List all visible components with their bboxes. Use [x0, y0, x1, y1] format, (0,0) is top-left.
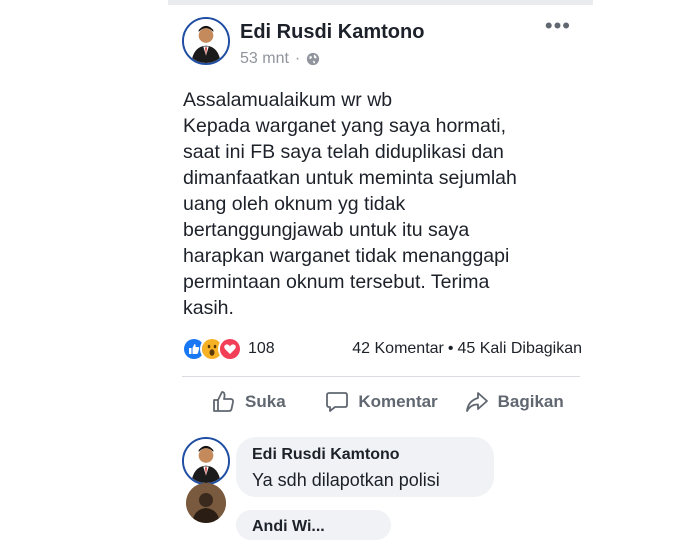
post-stats: 108 42 Komentar • 45 Kali Dibagikan — [182, 337, 582, 361]
comment-author-2[interactable]: Andi Wi... — [252, 518, 325, 536]
reaction-count: 108 — [248, 340, 275, 357]
comment-bubble[interactable]: Edi Rusdi Kamtono Ya sdh dilapotkan poli… — [236, 437, 494, 497]
comment-author[interactable]: Edi Rusdi Kamtono — [252, 446, 400, 464]
like-button[interactable]: Suka — [182, 385, 315, 419]
post-actions-bar: Suka Komentar Bagikan — [182, 385, 580, 419]
comment-bubble-2[interactable]: Andi Wi... — [236, 510, 391, 540]
author-avatar[interactable] — [182, 17, 230, 65]
comments-count-link[interactable]: 42 Komentar — [352, 340, 444, 358]
commenter-avatar[interactable] — [182, 437, 230, 485]
post-card: Edi Rusdi Kamtono 53 mnt · ••• Assalamua… — [168, 5, 593, 540]
shares-count-link[interactable]: 45 Kali Dibagikan — [457, 340, 582, 358]
stats-dot: • — [447, 340, 454, 357]
actions-divider — [182, 376, 580, 377]
speech-bubble-icon — [326, 392, 349, 412]
share-arrow-icon — [465, 392, 488, 412]
share-button-label: Bagikan — [497, 392, 564, 411]
engagement-counts: 42 Komentar • 45 Kali Dibagikan — [352, 340, 582, 358]
thumbs-up-icon — [213, 391, 234, 412]
like-button-label: Suka — [245, 392, 286, 411]
post-time[interactable]: 53 mnt — [240, 50, 289, 68]
commenter-avatar-2[interactable] — [186, 483, 226, 523]
love-reaction-icon — [218, 337, 242, 361]
post-body: Assalamualaikum wr wb Kepada warganet ya… — [183, 89, 517, 319]
comment-button[interactable]: Komentar — [315, 385, 448, 419]
post-author-name[interactable]: Edi Rusdi Kamtono — [240, 21, 424, 44]
share-button[interactable]: Bagikan — [447, 385, 580, 419]
post-meta: 53 mnt · — [240, 50, 320, 68]
globe-icon[interactable] — [306, 52, 320, 66]
reactions-summary[interactable]: 108 — [182, 337, 275, 361]
more-options-icon[interactable]: ••• — [545, 13, 571, 39]
comment-text: Ya sdh dilapotkan polisi — [252, 470, 440, 490]
comment-button-label: Komentar — [358, 392, 438, 411]
meta-separator: · — [294, 50, 301, 67]
